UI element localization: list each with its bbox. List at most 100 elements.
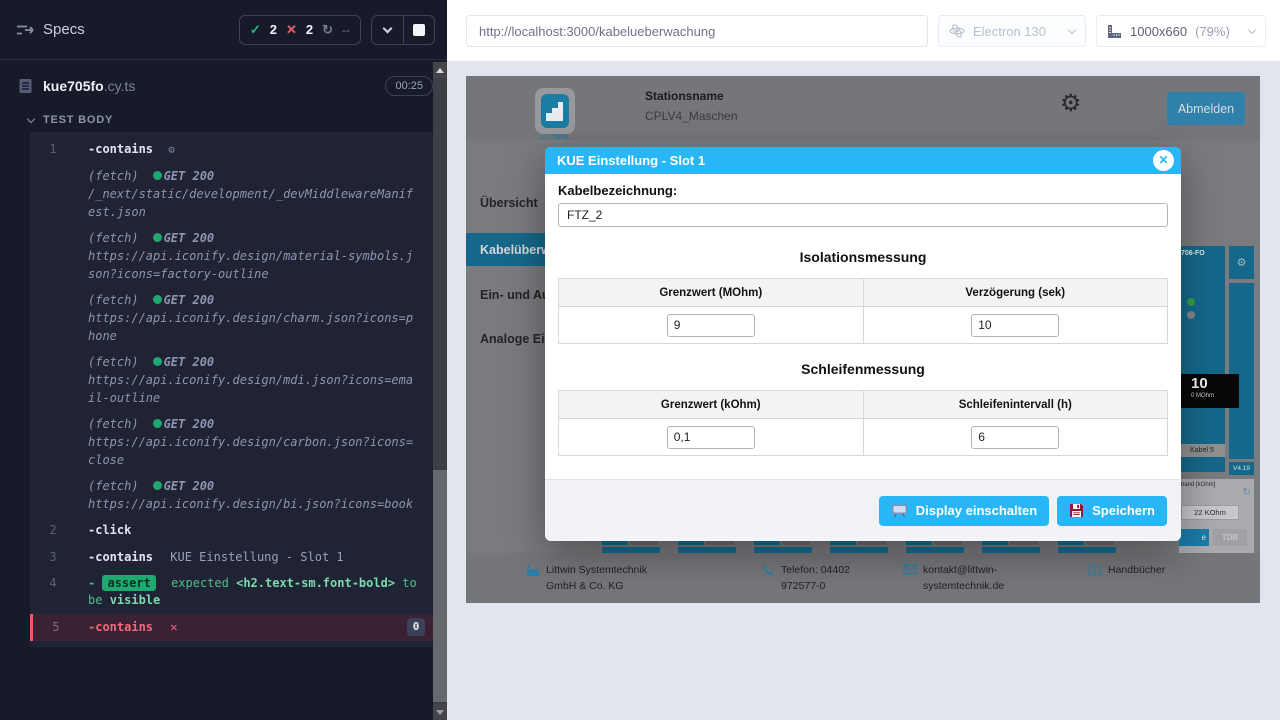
ruler-icon: [1107, 24, 1122, 39]
fetch-url: https://api.iconify.design/mdi.json?icon…: [88, 371, 419, 407]
specs-list-icon[interactable]: [16, 23, 34, 37]
failed-count: 2: [306, 22, 313, 37]
stop-icon: [413, 24, 425, 36]
app-header: LITTWIN Stationsname CPLV4_Maschen ⚙ Abm…: [466, 76, 1260, 140]
footer-company: Littwin Systemtechnik GmbH & Co. KG: [526, 563, 658, 595]
isolation-col-grenzwert: Grenzwert (MOhm): [559, 279, 864, 307]
spec-name: kue705fo.cy.ts: [43, 78, 135, 94]
card-gear-icon[interactable]: ⚙: [1229, 246, 1254, 279]
fetch-log-row[interactable]: (fetch)GET 200 https://api.iconify.desig…: [30, 473, 433, 517]
runner-controls: [371, 15, 435, 45]
passed-count: 2: [270, 22, 277, 37]
monitor-icon: [891, 503, 908, 518]
loop-grenzwert-input[interactable]: [667, 426, 755, 449]
line-number: 1: [30, 141, 76, 158]
viewport-zoom: (79%): [1195, 24, 1230, 39]
book-icon: [1088, 564, 1102, 577]
isolation-section-title: Isolationsmessung: [558, 249, 1168, 265]
tdr-button[interactable]: TDR: [1213, 529, 1247, 546]
dialog-body: Kabelbezeichnung: Isolationsmessung Gren…: [545, 174, 1181, 456]
card-lower-panel: band [kOhm] ↻ 22 KOhm e TDR: [1179, 479, 1254, 553]
command-contains-1[interactable]: 1 -contains ⚙: [30, 136, 433, 163]
scroll-down-button[interactable]: [433, 704, 447, 720]
logout-button[interactable]: Abmelden: [1167, 92, 1245, 125]
fetch-url: https://api.iconify.design/material-symb…: [88, 247, 419, 283]
fetch-log-row[interactable]: (fetch)GET 200 https://api.iconify.desig…: [30, 287, 433, 349]
pending-restart-icon: ↻: [322, 22, 333, 38]
command-message: KUE Einstellung - Slot 1: [170, 550, 343, 564]
fail-x-icon: ✕: [170, 620, 177, 634]
status-dot-icon: [153, 419, 162, 428]
status-dot-icon: [153, 357, 162, 366]
stop-button[interactable]: [403, 16, 434, 44]
collapse-all-button[interactable]: [372, 16, 403, 44]
display-on-button[interactable]: Display einschalten: [879, 496, 1049, 526]
isolation-col-verzoegerung: Verzögerung (sek): [863, 279, 1168, 307]
close-icon: ✕: [1158, 153, 1168, 167]
fetch-url: /_next/static/development/_devMiddleware…: [88, 185, 419, 221]
status-dot-icon: [153, 171, 162, 180]
chevron-down-icon: [27, 114, 35, 122]
command-contains-failed[interactable]: 5 -contains ✕ 0: [30, 614, 433, 641]
isolation-grenzwert-input[interactable]: [667, 314, 755, 337]
url-input[interactable]: [466, 15, 928, 47]
dialog-footer: Display einschalten Speichern: [545, 479, 1181, 541]
command-click[interactable]: 2 -click: [30, 517, 433, 544]
status-dot-icon: [153, 481, 162, 490]
kue-settings-dialog: KUE Einstellung - Slot 1 ✕ Kabelbezeichn…: [545, 147, 1181, 541]
assert-badge: assert: [102, 575, 155, 591]
refresh-icon[interactable]: ↻: [1243, 487, 1251, 498]
fetch-log-row[interactable]: (fetch)GET 200 /_next/static/development…: [30, 163, 433, 225]
specs-label[interactable]: Specs: [43, 21, 85, 38]
led-green-icon: [1187, 298, 1195, 306]
browser-selector[interactable]: Electron 130: [938, 15, 1086, 47]
command-contains-3[interactable]: 3 -contains KUE Einstellung - Slot 1: [30, 544, 433, 571]
fetch-url: https://api.iconify.design/carbon.json?i…: [88, 433, 419, 469]
triangle-down-icon: [436, 710, 444, 715]
test-body-section[interactable]: TEST BODY: [0, 108, 447, 132]
cable-designation-label: Kabelbezeichnung:: [558, 183, 1168, 198]
save-button[interactable]: Speichern: [1057, 496, 1167, 526]
footer-manuals[interactable]: Handbücher: [1088, 563, 1165, 579]
isolation-verzoegerung-input[interactable]: [971, 314, 1059, 337]
command-assert[interactable]: 4 - assert expected <h2.text-sm.font-bol…: [30, 570, 433, 614]
loop-table: Grenzwert (kOhm) Schleifenintervall (h): [558, 390, 1168, 456]
match-count-badge: 0: [407, 618, 425, 636]
test-body-label: TEST BODY: [43, 114, 113, 126]
line-number: 5: [33, 619, 79, 636]
triangle-up-icon: [436, 68, 444, 73]
scrollbar-thumb[interactable]: [433, 470, 447, 702]
fetch-log-row[interactable]: (fetch)GET 200 https://api.iconify.desig…: [30, 411, 433, 473]
fetch-log-row[interactable]: (fetch)GET 200 https://api.iconify.desig…: [30, 225, 433, 287]
status-dot-icon: [153, 295, 162, 304]
settings-gear-icon[interactable]: ⚙: [1060, 92, 1082, 116]
brand-text: LITTWIN: [535, 135, 575, 141]
loop-intervall-input[interactable]: [971, 426, 1059, 449]
line-number: 4: [30, 575, 76, 592]
fetch-log-row[interactable]: (fetch)GET 200 https://api.iconify.desig…: [30, 349, 433, 411]
electron-icon: [949, 23, 965, 39]
partial-button[interactable]: e: [1179, 529, 1209, 546]
scroll-up-button[interactable]: [433, 62, 447, 78]
firmware-version: V4.19: [1229, 462, 1254, 475]
spec-row[interactable]: kue705fo.cy.ts 00:25: [0, 60, 447, 108]
card-side: [1229, 283, 1254, 459]
card-body: [1179, 246, 1225, 472]
led-gray-icon: [1187, 311, 1195, 319]
littwin-logo-icon: [541, 94, 569, 128]
viewport-selector[interactable]: 1000x660 (79%): [1096, 15, 1266, 47]
cable-designation-input[interactable]: [558, 203, 1168, 227]
fetch-url: https://api.iconify.design/charm.json?ic…: [88, 309, 419, 345]
reporter-header: Specs ✓ 2 ✕ 2 ↻ --: [0, 0, 447, 60]
cypress-reporter-panel: Specs ✓ 2 ✕ 2 ↻ -- kue705fo.cy.ts 00:25 …: [0, 0, 447, 720]
close-button[interactable]: ✕: [1153, 150, 1174, 171]
reporter-scrollbar[interactable]: [433, 62, 447, 720]
fetch-url: https://api.iconify.design/bi.json?icons…: [88, 495, 419, 513]
email-icon: [903, 564, 917, 575]
command-log: 1 -contains ⚙ (fetch)GET 200 /_next/stat…: [30, 132, 433, 647]
band-value: 22 KOhm: [1181, 505, 1239, 520]
runner-url-bar: Electron 130 1000x660 (79%): [447, 0, 1280, 62]
line-number: 2: [30, 522, 76, 539]
factory-icon: [526, 564, 540, 577]
littwin-logo: [535, 88, 575, 134]
